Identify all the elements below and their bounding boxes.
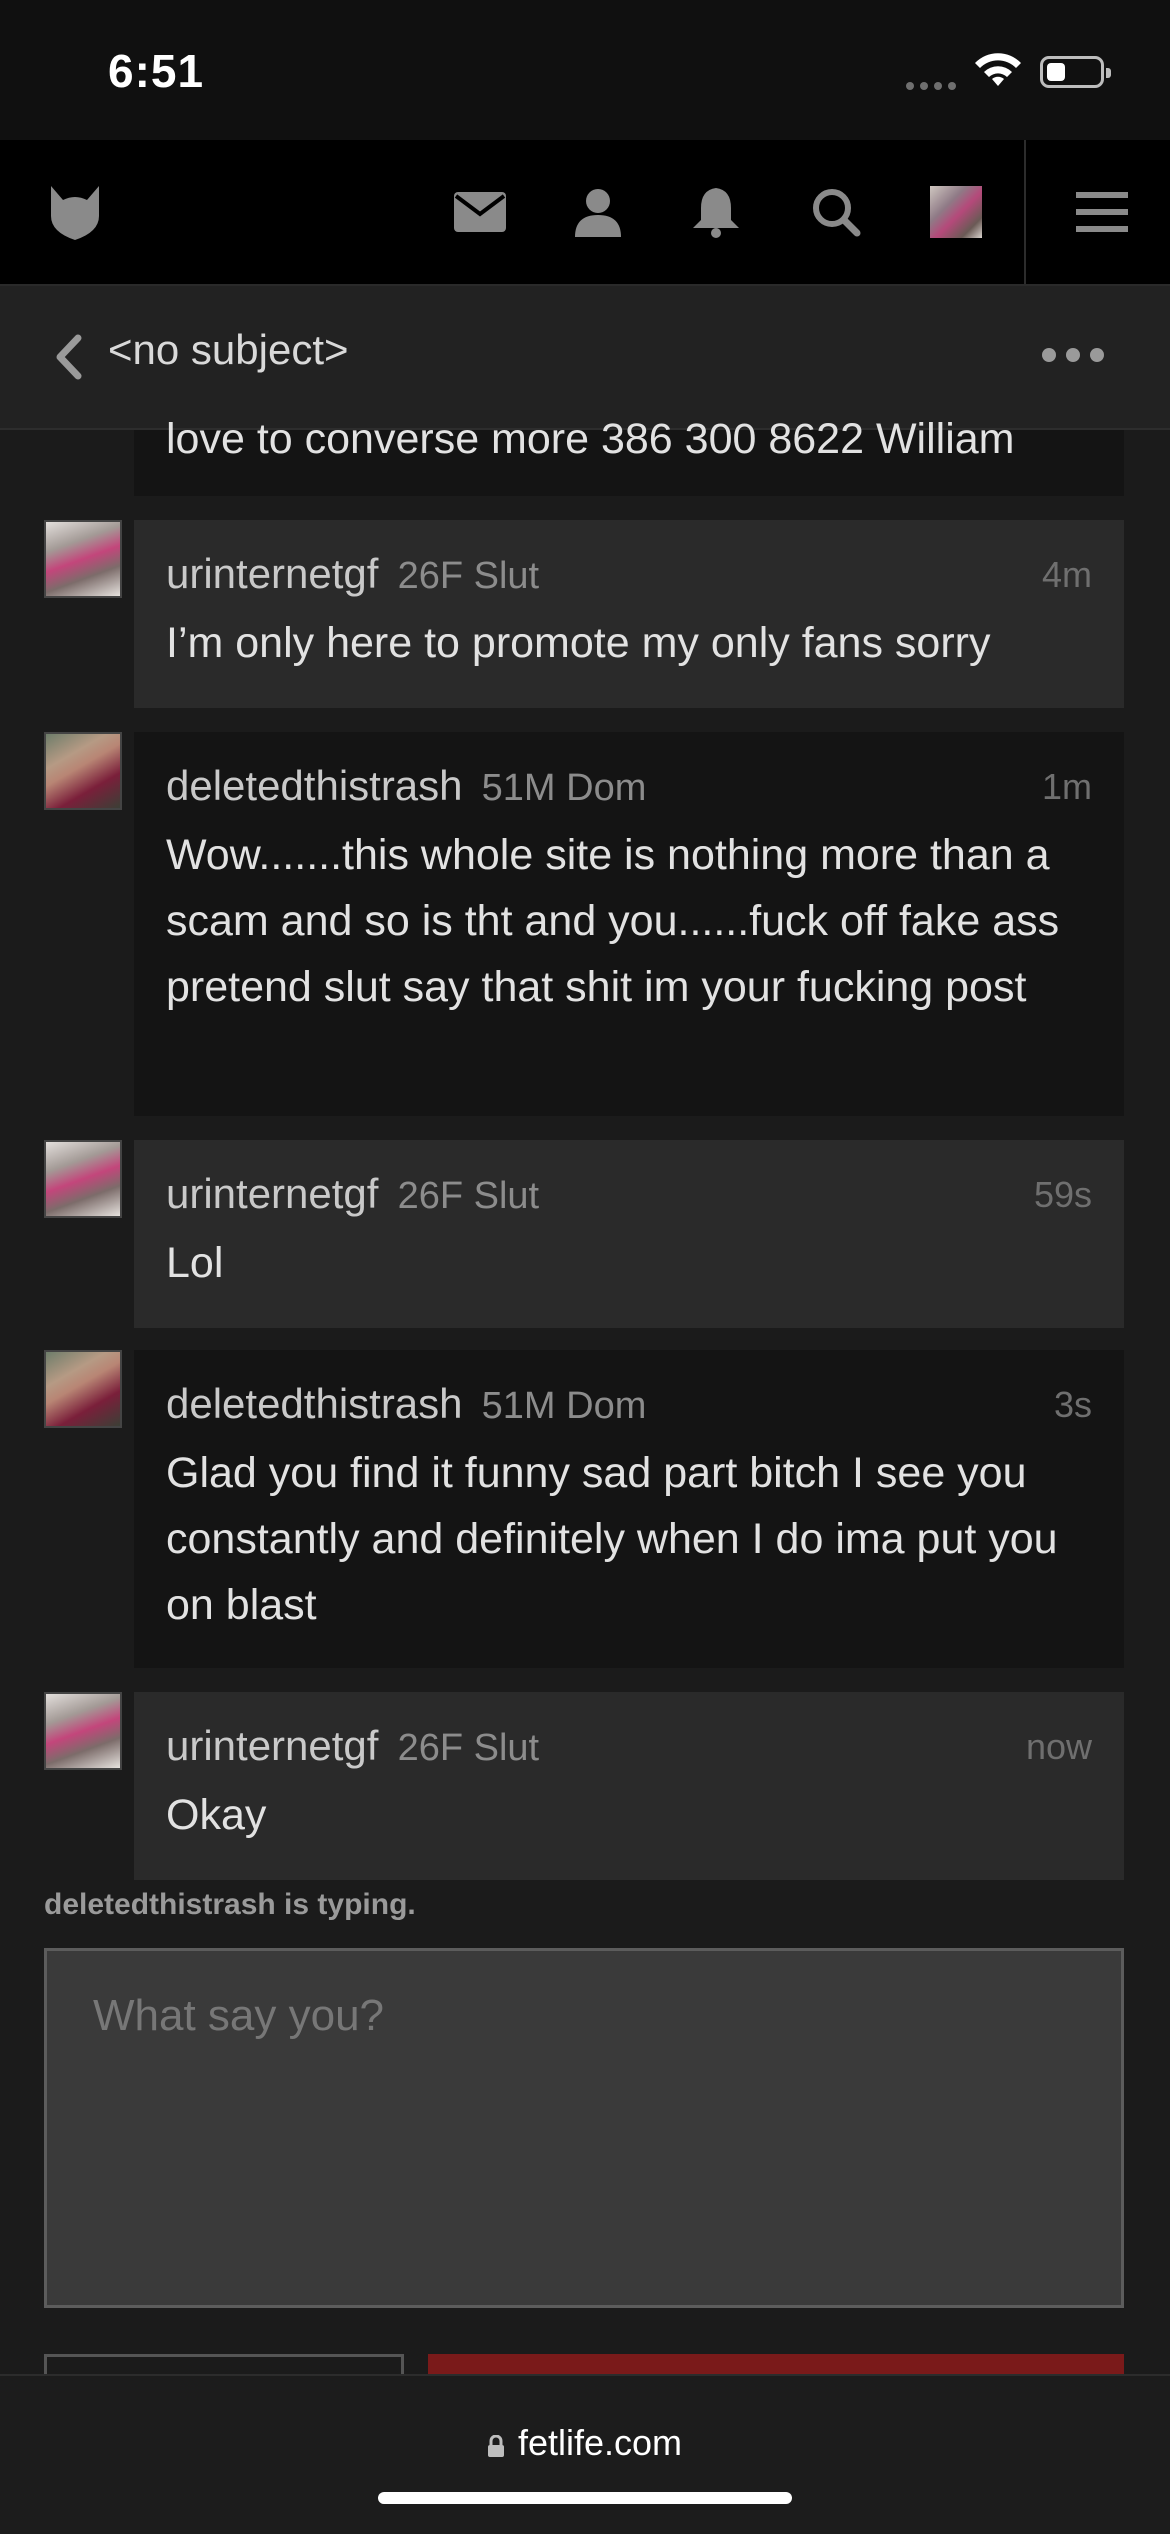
sender-avatar[interactable] xyxy=(44,1692,122,1770)
message-compose-input[interactable] xyxy=(44,1948,1124,2308)
message-body: Lol xyxy=(166,1239,224,1287)
sender-avatar[interactable] xyxy=(44,1350,122,1428)
sender-avatar[interactable] xyxy=(44,520,122,598)
status-bar: 6:51 xyxy=(0,0,1170,140)
message-time: 59s xyxy=(1033,1174,1092,1215)
nav-divider xyxy=(1024,140,1026,284)
sender-username[interactable]: urinternetgf xyxy=(166,1170,378,1217)
message-body: I’m only here to promote my only fans so… xyxy=(166,619,991,667)
more-options-icon[interactable] xyxy=(1042,348,1104,362)
sender-username[interactable]: deletedthistrash xyxy=(166,1380,463,1427)
message-body: Okay xyxy=(166,1791,267,1839)
lock-icon xyxy=(487,2435,504,2457)
fetlife-logo-icon[interactable] xyxy=(40,140,110,284)
search-icon[interactable] xyxy=(804,140,868,284)
cellular-signal-icon xyxy=(906,82,956,90)
hamburger-menu-icon[interactable] xyxy=(1070,140,1134,284)
sender-tag: 26F Slut xyxy=(397,555,540,597)
sender-username[interactable]: urinternetgf xyxy=(166,1722,378,1769)
message-bubble: love to converse more 386 300 8622 Willi… xyxy=(134,415,1124,496)
browser-address-bar[interactable]: fetlife.com xyxy=(0,2374,1170,2534)
message-bubble: urinternetgf 26F Slut 59s Lol xyxy=(134,1140,1124,1328)
status-time: 6:51 xyxy=(108,45,205,97)
sender-tag: 51M Dom xyxy=(481,767,647,809)
conversation-title: <no subject> xyxy=(108,326,349,373)
sender-tag: 26F Slut xyxy=(397,1727,540,1769)
typing-indicator: deletedthistrash is typing. xyxy=(44,1888,416,1921)
sender-username[interactable]: deletedthistrash xyxy=(166,762,463,809)
message-bubble: deletedthistrash 51M Dom 1m Wow.......th… xyxy=(134,732,1124,1116)
sender-tag: 26F Slut xyxy=(397,1175,540,1217)
message-body: Glad you find it funny sad part bitch I … xyxy=(166,1449,1058,1629)
message-time: 4m xyxy=(1041,554,1092,595)
url-text[interactable]: fetlife.com xyxy=(518,2422,682,2463)
app-nav-bar xyxy=(0,140,1170,286)
sender-avatar[interactable] xyxy=(44,732,122,810)
message-bubble: deletedthistrash 51M Dom 3s Glad you fin… xyxy=(134,1350,1124,1668)
message-body: Wow.......this whole site is nothing mor… xyxy=(166,831,1060,1011)
message-time: 1m xyxy=(1041,766,1092,807)
home-indicator[interactable] xyxy=(378,2492,792,2504)
notifications-bell-icon[interactable] xyxy=(684,140,748,284)
message-bubble: urinternetgf 26F Slut now Okay xyxy=(134,1692,1124,1880)
sender-tag: 51M Dom xyxy=(481,1385,647,1427)
battery-icon xyxy=(1040,56,1111,88)
user-avatar[interactable] xyxy=(928,140,984,284)
message-body: love to converse more 386 300 8622 Willi… xyxy=(166,415,1015,463)
wifi-icon xyxy=(975,53,1021,86)
message-bubble: urinternetgf 26F Slut 4m I’m only here t… xyxy=(134,520,1124,708)
profile-icon[interactable] xyxy=(566,140,630,284)
back-chevron-icon[interactable] xyxy=(50,332,86,382)
message-time: 3s xyxy=(1053,1384,1092,1425)
sender-username[interactable]: urinternetgf xyxy=(166,550,378,597)
message-time: now xyxy=(1025,1726,1092,1767)
mail-icon[interactable] xyxy=(448,140,512,284)
sender-avatar[interactable] xyxy=(44,1140,122,1218)
